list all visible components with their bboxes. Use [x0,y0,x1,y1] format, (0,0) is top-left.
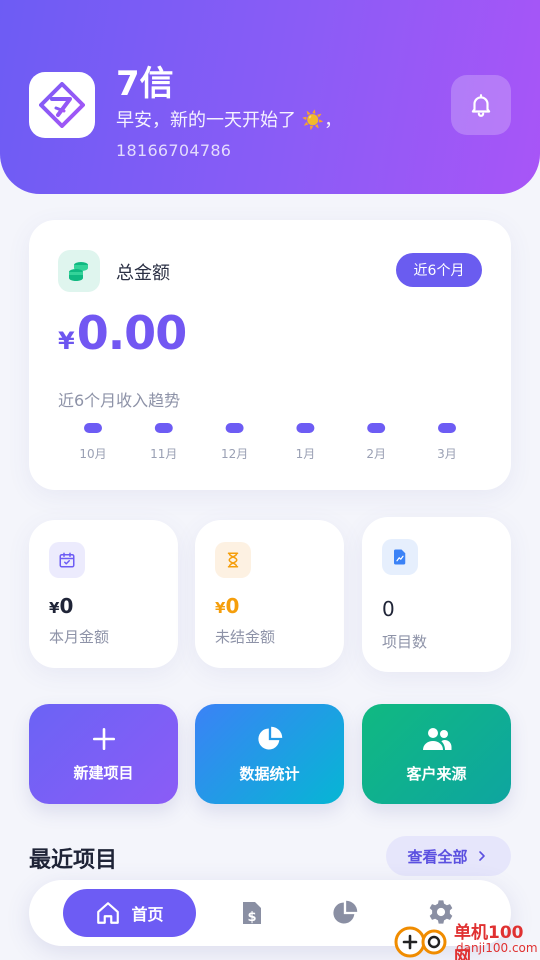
data-stats-label: 数据统计 [239,764,300,783]
stat-value: ¥0 [215,594,240,618]
period-selector[interactable]: 近6个月 [396,253,482,287]
nav-home-label: 首页 [131,905,164,924]
app-name: 7信 [116,64,174,104]
users-icon [422,727,451,750]
trend-bar [296,423,315,433]
customer-source-label: 客户来源 [406,764,467,783]
new-project-button[interactable]: 新建项目 [29,704,178,804]
stat-value: 0 [382,597,395,621]
trend-tick-label: 1月 [296,447,316,461]
recent-projects-title: 最近项目 [29,848,118,873]
trend-tick-label: 12月 [221,447,248,461]
watermark-logo-icon [394,926,447,958]
total-amount: ¥ 0.00 [58,306,187,360]
trend-tick-label: 2月 [366,447,386,461]
svg-text:$: $ [247,910,256,925]
view-all-button[interactable]: 查看全部 [386,836,511,876]
nav-finance-tab[interactable]: $ [238,899,266,927]
trend-bar [225,423,244,433]
income-trend-chart: 10月 11月 12月 1月 2月 3月 [79,423,457,461]
coins-icon [58,250,100,292]
data-stats-button[interactable]: 数据统计 [195,704,344,804]
site-watermark: 单机100网 danji100.com [388,918,540,960]
phone-number: 18166704786 [116,141,232,160]
trend-label: 近6个月收入趋势 [58,391,181,410]
stat-label: 项目数 [382,633,428,651]
hourglass-icon [215,542,251,578]
calendar-check-icon [49,542,85,578]
nav-stats-tab[interactable] [331,899,359,927]
plus-icon [92,727,115,750]
greeting-text: 早安，新的一天开始了 ☀️， [116,110,343,131]
view-all-label: 查看全部 [407,847,468,866]
total-amount-label: 总金额 [116,263,170,284]
stat-card-month-amount[interactable]: ¥0 本月金额 [29,520,178,668]
currency-symbol: ¥ [58,327,75,355]
chevron-right-icon [478,851,485,861]
stat-value: ¥0 [49,594,74,618]
document-chart-icon [382,539,418,575]
pie-chart-icon [257,726,282,749]
nav-home-tab[interactable]: 首页 [63,889,196,937]
customer-source-button[interactable]: 客户来源 [362,704,511,804]
home-icon [97,902,120,924]
total-amount-card: 总金额 近6个月 ¥ 0.00 近6个月收入趋势 10月 11月 12月 1月 2月 3月 [29,220,511,490]
trend-bar [438,423,456,433]
header: 7信 早安，新的一天开始了 ☀️， 18166704786 [0,0,540,194]
stat-card-project-count[interactable]: 0 项目数 [362,517,511,672]
stat-label: 本月金额 [49,628,110,646]
pie-chart-icon [333,900,358,924]
invoice-dollar-icon: $ [243,902,261,925]
stat-card-unsettled-amount[interactable]: ¥0 未结金额 [195,520,344,668]
total-amount-value: 0.00 [76,306,187,360]
trend-bar [84,423,102,433]
trend-tick-label: 11月 [150,447,177,461]
trend-tick-label: 10月 [79,447,106,461]
trend-tick-label: 3月 [437,447,457,461]
watermark-url: danji100.com [456,941,538,955]
notification-button[interactable] [451,75,511,135]
trend-bar [154,423,173,433]
trend-bar [367,423,386,433]
stat-label: 未结金额 [215,628,276,646]
new-project-label: 新建项目 [73,763,134,782]
app-logo-icon [29,72,95,138]
bell-icon [471,94,491,117]
